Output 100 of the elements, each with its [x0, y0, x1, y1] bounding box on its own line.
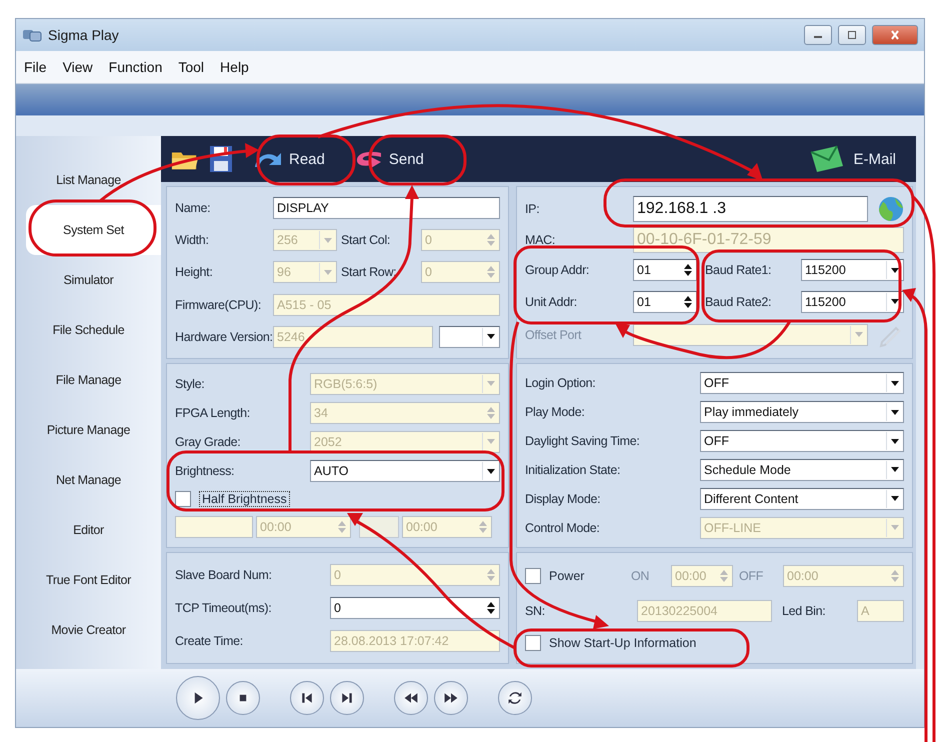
dropdown[interactable]	[439, 326, 500, 348]
dropdown[interactable]: AUTO	[310, 460, 500, 482]
rewind-button[interactable]	[394, 681, 428, 715]
field-label: Unit Addr:	[525, 294, 578, 309]
caret-icon	[891, 467, 899, 472]
checkbox[interactable]	[525, 635, 541, 651]
spinner-arrows-icon[interactable]	[683, 262, 693, 278]
skip-back-icon	[299, 690, 315, 706]
field-label: MAC:	[525, 233, 556, 248]
email-button[interactable]: E-Mail	[797, 144, 906, 174]
field-label: Display Mode:	[525, 492, 602, 506]
dropdown[interactable]: 115200	[801, 259, 904, 282]
caret-icon	[891, 525, 899, 530]
field-label: Led Bin:	[781, 604, 826, 618]
field-label: Width:	[175, 233, 210, 248]
field-label: FPGA Length:	[175, 406, 251, 420]
close-icon	[889, 30, 901, 40]
skip-back-button[interactable]	[290, 681, 324, 715]
window-title: Sigma Play	[48, 27, 119, 43]
sidebar-tab[interactable]: Simulator	[16, 255, 161, 305]
field-label: ON	[631, 569, 650, 583]
caret-icon	[855, 332, 863, 338]
caret-icon	[891, 299, 899, 304]
dropdown[interactable]: Play immediately	[700, 401, 904, 424]
spin-box[interactable]: 0	[330, 596, 500, 619]
sidebar-tab[interactable]: Movie Creator	[16, 605, 161, 655]
maximize-icon	[846, 30, 858, 40]
minimize-button[interactable]	[804, 25, 832, 45]
menu-item[interactable]: Tool	[178, 59, 204, 75]
checkbox-label: Half Brightness	[199, 491, 290, 508]
maximize-button[interactable]	[838, 25, 866, 45]
dropdown[interactable]: Different Content	[700, 488, 904, 510]
field-label: OFF	[738, 569, 764, 583]
field-label: Height:	[175, 265, 214, 280]
field-label: SN:	[525, 604, 546, 618]
field-label: Play Mode:	[525, 405, 586, 420]
caret-icon	[891, 380, 899, 386]
menu-item[interactable]: File	[24, 59, 47, 75]
menu-item[interactable]: View	[62, 59, 93, 75]
sidebar-tab[interactable]: Picture Manage	[16, 405, 161, 455]
field-label: Initialization State:	[525, 462, 622, 477]
checkbox-label: Show Start-Up Information	[549, 636, 696, 650]
text-field[interactable]: DISPLAY	[273, 197, 500, 220]
sidebar-tab[interactable]: List Manage	[16, 155, 161, 205]
dropdown[interactable]: 115200	[801, 290, 904, 313]
refresh-button[interactable]	[498, 681, 532, 715]
caret-icon	[891, 496, 899, 502]
text-field[interactable]: 192.168.1 .3	[633, 196, 868, 222]
caret-icon	[487, 439, 495, 444]
checkbox[interactable]	[175, 491, 191, 508]
app-icon	[22, 27, 42, 43]
sidebar-tab[interactable]: Net Manage	[16, 455, 161, 505]
caret-icon	[487, 381, 495, 386]
skip-forward-button[interactable]	[330, 681, 364, 715]
skip-forward-icon	[339, 690, 355, 706]
menu-item[interactable]: Help	[220, 59, 249, 75]
field-label: Start Col:	[340, 233, 392, 248]
dropdown[interactable]: OFF	[700, 430, 904, 452]
refresh-icon	[507, 690, 523, 706]
field-label: Style:	[175, 376, 206, 391]
checkbox[interactable]	[525, 568, 541, 584]
sidebar-tab[interactable]: System Set	[26, 205, 161, 255]
field-label: Firmware(CPU):	[175, 298, 262, 312]
send-button[interactable]: Send	[342, 149, 434, 169]
spin-box[interactable]: 01	[633, 259, 697, 282]
field-label: Start Row:	[340, 265, 398, 280]
field-label: Hardware Version:	[175, 330, 273, 344]
play-button[interactable]	[176, 676, 220, 720]
caret-icon	[324, 238, 332, 243]
sidebar-tab[interactable]: File Schedule	[16, 305, 161, 355]
checkbox-label: Power	[549, 569, 586, 583]
sidebar-tab[interactable]: File Manage	[16, 355, 161, 405]
caret-icon	[487, 468, 495, 474]
caret-icon	[487, 334, 495, 340]
caret-icon	[891, 268, 899, 273]
sidebar-tab[interactable]: True Font Editor	[16, 555, 161, 605]
field-label: Baud Rate2:	[704, 294, 772, 309]
stop-button[interactable]	[226, 681, 260, 715]
dropdown[interactable]: Schedule Mode	[700, 458, 904, 481]
field-label: Control Mode:	[525, 520, 601, 535]
field-label: Brightness:	[175, 464, 236, 478]
field-label: Daylight Saving Time:	[525, 434, 641, 448]
menu-item[interactable]: Function	[108, 59, 162, 75]
close-button[interactable]	[872, 25, 918, 45]
caret-icon	[891, 438, 899, 444]
field-label: Slave Board Num:	[175, 568, 273, 582]
spinner-arrows-icon[interactable]	[683, 294, 693, 310]
caret-icon	[891, 410, 899, 415]
field-label: TCP Timeout(ms):	[175, 600, 272, 615]
field-label: Gray Grade:	[175, 434, 242, 449]
spinner-arrows-icon[interactable]	[486, 600, 496, 616]
field-label: Group Addr:	[525, 263, 590, 278]
dropdown[interactable]: OFF	[700, 372, 904, 394]
field-label: Create Time:	[175, 634, 244, 648]
caret-icon	[324, 270, 332, 275]
field-label: Offset Port	[525, 328, 582, 342]
fast-forward-button[interactable]	[434, 681, 468, 715]
sidebar-tab[interactable]: Editor	[16, 505, 161, 555]
spin-box[interactable]: 01	[633, 290, 697, 313]
field-label: Baud Rate1:	[704, 263, 772, 278]
